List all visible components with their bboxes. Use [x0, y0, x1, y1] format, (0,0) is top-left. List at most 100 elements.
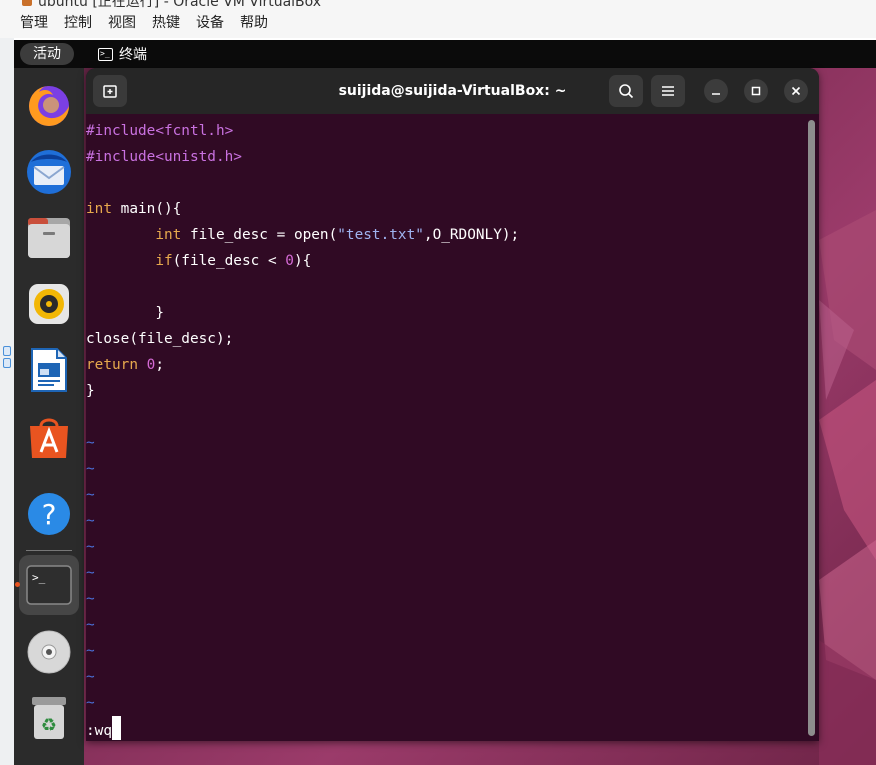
code-token: #include — [86, 123, 156, 139]
vim-command-line[interactable]: :wq — [86, 716, 121, 741]
code-token: (file_desc < — [172, 253, 286, 269]
code-token: #include — [86, 149, 156, 165]
host-menubar: 管理 控制 视图 热键 设备 帮助 — [0, 8, 876, 38]
dock-running-indicator — [15, 582, 20, 587]
empty-line-marker: ~ — [86, 539, 95, 555]
empty-line-marker: ~ — [86, 513, 95, 529]
dock-item-writer[interactable] — [19, 340, 79, 400]
code-line-10: return 0; — [86, 352, 164, 378]
svg-text:♻: ♻ — [41, 715, 57, 736]
search-button[interactable] — [609, 75, 643, 107]
code-token: int — [86, 201, 112, 217]
code-token: file_desc = open( — [181, 227, 338, 243]
dock-item-files[interactable] — [19, 208, 79, 268]
code-token: int — [155, 227, 182, 243]
empty-line-marker: ~ — [86, 591, 95, 607]
new-tab-icon — [103, 85, 117, 98]
code-token: <unistd.h> — [155, 149, 242, 165]
code-line-4: int main(){ — [86, 196, 181, 222]
svg-text:?: ? — [42, 498, 57, 531]
firefox-icon — [29, 86, 69, 126]
code-token: <fcntl.h> — [155, 123, 234, 139]
terminal-scrollbar[interactable] — [808, 120, 815, 736]
dock-item-trash[interactable]: ♻ — [19, 688, 79, 748]
dock-separator — [26, 550, 72, 551]
host-menu-control[interactable]: 控制 — [64, 8, 92, 38]
code-line-5: int file_desc = open("test.txt",O_RDONLY… — [86, 222, 519, 248]
files-icon — [28, 218, 70, 258]
code-token: close(file_desc); — [86, 331, 234, 347]
topbar-app-menu[interactable]: >_ 终端 — [98, 43, 147, 65]
dock-item-app-center[interactable] — [19, 408, 79, 468]
dock-item-firefox[interactable] — [19, 76, 79, 136]
host-menu-manage[interactable]: 管理 — [20, 8, 48, 38]
maximize-icon — [751, 86, 761, 96]
vim-command-text: :wq — [86, 723, 112, 739]
code-line-6: if(file_desc < 0){ — [86, 248, 311, 274]
empty-line-marker: ~ — [86, 435, 95, 451]
host-window-title: ubuntu [正在运行] - Oracle VM VirtualBox — [38, 0, 322, 8]
minimize-icon — [712, 93, 720, 95]
topbar-app-name: 终端 — [119, 47, 147, 63]
dock: ? >_ ♻ — [14, 68, 84, 765]
code-token: ){ — [293, 253, 312, 269]
maximize-button[interactable] — [744, 79, 768, 103]
dock-item-thunderbird[interactable] — [19, 142, 79, 202]
thunderbird-icon — [27, 150, 71, 194]
dock-item-rhythmbox[interactable] — [19, 274, 79, 334]
code-token: "test.txt" — [337, 227, 424, 243]
dock-item-help[interactable]: ? — [19, 484, 79, 544]
code-token: ; — [155, 357, 164, 373]
dock-item-disc[interactable] — [19, 622, 79, 682]
dock-item-terminal[interactable]: >_ — [19, 555, 79, 615]
code-token: } — [86, 383, 95, 399]
host-menu-hotkeys[interactable]: 热键 — [152, 8, 180, 38]
search-icon — [619, 84, 634, 99]
code-token: return — [86, 357, 138, 373]
help-icon: ? — [28, 493, 70, 535]
new-tab-button[interactable] — [93, 75, 127, 107]
code-line-2: #include<unistd.h> — [86, 144, 242, 170]
guest-desktop: 活动 >_ 终端 ? >_ ♻ suijida@suijida-VirtualB… — [14, 40, 876, 765]
host-menu-view[interactable]: 视图 — [108, 8, 136, 38]
gnome-top-bar: 活动 >_ 终端 — [14, 40, 876, 68]
terminal-window: suijida@suijida-VirtualBox: ~ #include<f… — [86, 68, 819, 741]
empty-line-marker: ~ — [86, 617, 95, 633]
code-token: if — [155, 253, 173, 269]
empty-line-marker: ~ — [86, 565, 95, 581]
close-button[interactable] — [784, 79, 808, 103]
terminal-icon: >_ — [26, 565, 72, 605]
grip-icon[interactable] — [3, 358, 11, 368]
host-title-bar: ubuntu [正在运行] - Oracle VM VirtualBox — [0, 0, 876, 8]
code-token: main(){ — [112, 201, 182, 217]
host-menu-help[interactable]: 帮助 — [240, 8, 268, 38]
terminal-text-area[interactable]: #include<fcntl.h> #include<unistd.h> int… — [86, 114, 819, 741]
svg-text:>_: >_ — [32, 571, 46, 584]
host-menu-devices[interactable]: 设备 — [196, 8, 224, 38]
app-center-icon — [30, 418, 68, 458]
empty-line-marker: ~ — [86, 461, 95, 477]
code-token: } — [155, 305, 164, 321]
close-icon — [791, 86, 801, 96]
empty-line-marker: ~ — [86, 643, 95, 659]
grip-icon[interactable] — [3, 346, 11, 356]
code-token: ,O_RDONLY); — [423, 227, 520, 243]
text-cursor — [112, 716, 121, 740]
code-line-11: } — [86, 378, 95, 404]
terminal-header-bar[interactable]: suijida@suijida-VirtualBox: ~ — [86, 68, 819, 114]
minimize-button[interactable] — [704, 79, 728, 103]
dvd-icon — [27, 630, 71, 674]
host-side-strip — [0, 38, 14, 765]
libreoffice-writer-icon — [31, 348, 67, 392]
terminal-icon: >_ — [98, 47, 113, 61]
menu-button[interactable] — [651, 75, 685, 107]
hamburger-menu-icon — [662, 86, 674, 96]
activities-button[interactable]: 活动 — [20, 43, 74, 65]
code-line-9: close(file_desc); — [86, 326, 233, 352]
code-token: 0 — [285, 253, 294, 269]
virtualbox-icon — [22, 0, 32, 6]
